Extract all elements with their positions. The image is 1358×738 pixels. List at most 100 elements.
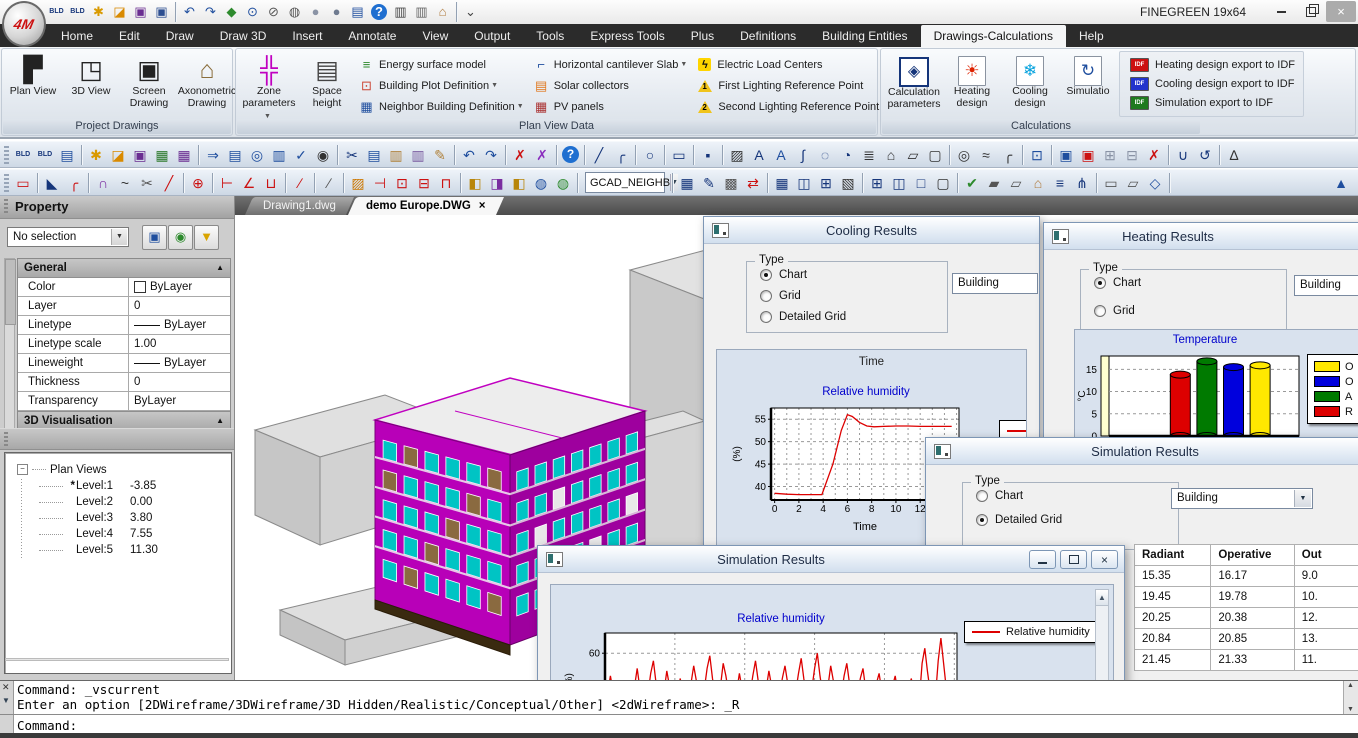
- cooling-radio-detailed-grid[interactable]: Detailed Grid: [760, 311, 947, 323]
- neighbor-building-definition-button[interactable]: ▦Neighbor Building Definition▼: [358, 96, 525, 117]
- table-row[interactable]: 19.4519.7810.: [1135, 587, 1358, 608]
- mtext-icon[interactable]: A: [748, 144, 770, 166]
- heating-results-titlebar[interactable]: Heating Results: [1044, 223, 1358, 250]
- first-lighting-reference-point-button[interactable]: 1First Lighting Reference Point: [696, 75, 879, 96]
- dim-style-icon[interactable]: ⊓: [435, 172, 457, 194]
- rotate-u-icon[interactable]: ↺: [1194, 144, 1216, 166]
- undo-icon[interactable]: ↶: [458, 144, 480, 166]
- pedit-icon[interactable]: ~: [114, 172, 136, 194]
- cooling-export-idf-button[interactable]: IDFCooling design export to IDF: [1128, 75, 1295, 94]
- align-icon[interactable]: ⊟: [1121, 144, 1143, 166]
- redo-icon[interactable]: ↷: [480, 144, 502, 166]
- taper-icon[interactable]: ╱: [158, 172, 180, 194]
- open-drawing-icon[interactable]: ◪: [109, 2, 130, 22]
- export-acis-icon[interactable]: ▦: [173, 144, 195, 166]
- filter-button[interactable]: ▼: [194, 225, 219, 250]
- toolbar-up-icon[interactable]: ▲: [1330, 172, 1352, 194]
- building-combobox[interactable]: Building: [952, 273, 1038, 294]
- 3d-view-button[interactable]: ◳3D View: [62, 51, 120, 119]
- make-block-icon[interactable]: ⊡: [1026, 144, 1048, 166]
- plan-view-button[interactable]: ▛Plan View: [4, 51, 62, 119]
- shade-shaded-icon[interactable]: ●: [305, 2, 326, 22]
- tab-close-icon[interactable]: ×: [479, 200, 486, 212]
- building-combobox[interactable]: Building ▼: [1171, 488, 1313, 509]
- wall-hatch-icon[interactable]: ▩: [720, 172, 742, 194]
- heating-design-button[interactable]: ☀Heating design: [943, 51, 1001, 119]
- ribbon-tab-express-tools[interactable]: Express Tools: [577, 25, 677, 47]
- move-rotate-icon[interactable]: ⊞: [1099, 144, 1121, 166]
- mirror-text-icon[interactable]: ∆: [1223, 144, 1245, 166]
- property-panel-title[interactable]: Property: [0, 196, 234, 219]
- publish-icon[interactable]: ▥: [268, 144, 290, 166]
- wipeout-icon[interactable]: ▢: [924, 144, 946, 166]
- purge-icon[interactable]: ✗: [531, 144, 553, 166]
- donut-icon[interactable]: ◎: [953, 144, 975, 166]
- dim-edit-text-icon[interactable]: ▨: [347, 172, 369, 194]
- ribbon-tab-plus[interactable]: Plus: [678, 25, 727, 47]
- open-icon[interactable]: ◪: [107, 144, 129, 166]
- tree-item-level-5[interactable]: Level:511.30: [5, 542, 231, 558]
- zoom-icon[interactable]: ⊙: [242, 2, 263, 22]
- arc-edit-icon[interactable]: ╭: [63, 172, 85, 194]
- table-row[interactable]: 15.3516.179.0: [1135, 566, 1358, 587]
- cooling-radio-grid[interactable]: Grid: [760, 290, 947, 302]
- command-history[interactable]: Command: _vscurrent Enter an option [2DW…: [17, 682, 1342, 713]
- dim-slash-icon[interactable]: ∕: [289, 172, 311, 194]
- view-rect-icon[interactable]: ▭: [1100, 172, 1122, 194]
- new-icon[interactable]: ✱: [85, 144, 107, 166]
- property-value[interactable]: ByLayer: [129, 278, 230, 296]
- tree-item-level-3[interactable]: Level:33.80: [5, 510, 231, 526]
- hatch-sweep-icon[interactable]: ◣: [41, 172, 63, 194]
- bld-new-icon[interactable]: BLD: [12, 144, 34, 166]
- ribbon-tab-tools[interactable]: Tools: [523, 25, 577, 47]
- rect-boundary-icon[interactable]: ▭: [12, 172, 34, 194]
- energy-surface-model-button[interactable]: ≡Energy surface model: [358, 54, 525, 75]
- print-icon[interactable]: ▤: [347, 2, 368, 22]
- building-layers-icon[interactable]: ≡: [1049, 172, 1071, 194]
- ribbon-tab-definitions[interactable]: Definitions: [727, 25, 809, 47]
- simulation-results-titlebar[interactable]: Simulation Results: [926, 438, 1358, 465]
- wall-join-icon[interactable]: ⇄: [742, 172, 764, 194]
- rectangle-icon[interactable]: ▭: [668, 144, 690, 166]
- copy-object-icon[interactable]: ▣: [1055, 144, 1077, 166]
- region-icon[interactable]: ▱: [902, 144, 924, 166]
- command-close-icon[interactable]: ✕: [2, 682, 10, 693]
- horizontal-cantilever-slab-button[interactable]: ⌐Horizontal cantilever Slab▼: [533, 54, 689, 75]
- ribbon-tab-building-entities[interactable]: Building Entities: [809, 25, 920, 47]
- ribbon-tab-draw-3d[interactable]: Draw 3D: [207, 25, 280, 47]
- dim-center-icon[interactable]: ⊡: [391, 172, 413, 194]
- command-input[interactable]: Command:: [17, 718, 77, 733]
- ribbon-tab-home[interactable]: Home: [48, 25, 106, 47]
- bld-sheet-icon[interactable]: ▤: [56, 144, 78, 166]
- wall-icon[interactable]: ▦: [676, 172, 698, 194]
- paste-icon[interactable]: ▥: [385, 144, 407, 166]
- cooling-design-button[interactable]: ❄Cooling design: [1001, 51, 1059, 119]
- ribbon-tab-drawings-calculations[interactable]: Drawings-Calculations: [921, 25, 1066, 47]
- zone-parameters-button[interactable]: ╬Zone parameters ▼: [240, 51, 298, 119]
- document-tab-demo-europe-dwg[interactable]: demo Europe.DWG×: [348, 197, 504, 215]
- ribbon-tab-help[interactable]: Help: [1066, 25, 1117, 47]
- document-tab-drawing1-dwg[interactable]: Drawing1.dwg: [245, 197, 354, 215]
- heating-radio-grid[interactable]: Grid: [1094, 305, 1286, 317]
- window-icon[interactable]: ⊞: [815, 172, 837, 194]
- bld-new-icon[interactable]: BLD: [46, 2, 67, 22]
- table-column-radiant[interactable]: Radiant: [1135, 545, 1211, 566]
- section-general[interactable]: General▲: [18, 259, 230, 278]
- save-icon[interactable]: ▣: [129, 144, 151, 166]
- layer-add-icon[interactable]: ◍: [552, 172, 574, 194]
- building-copy-icon[interactable]: ▱: [1005, 172, 1027, 194]
- axonometric-drawing-button[interactable]: ⌂Axonometric Drawing: [178, 51, 236, 119]
- save-as-icon[interactable]: ▣: [151, 2, 172, 22]
- simulation-button[interactable]: ↻Simulatio: [1059, 51, 1117, 119]
- line-icon[interactable]: ╱: [588, 144, 610, 166]
- bld-open-icon[interactable]: BLD: [34, 144, 56, 166]
- table-row[interactable]: 21.4521.3311.: [1135, 650, 1358, 671]
- dialog-close-button[interactable]: ×: [1091, 550, 1118, 569]
- 3d-orbit-icon[interactable]: ◆: [221, 2, 242, 22]
- redo-icon[interactable]: ↷: [200, 2, 221, 22]
- view-poly-icon[interactable]: ▱: [1122, 172, 1144, 194]
- dim-break-icon[interactable]: ∕: [318, 172, 340, 194]
- toolbar-grip[interactable]: [4, 174, 9, 192]
- tree-item-level-4[interactable]: Level:47.55: [5, 526, 231, 542]
- match-properties-icon[interactable]: ✎: [429, 144, 451, 166]
